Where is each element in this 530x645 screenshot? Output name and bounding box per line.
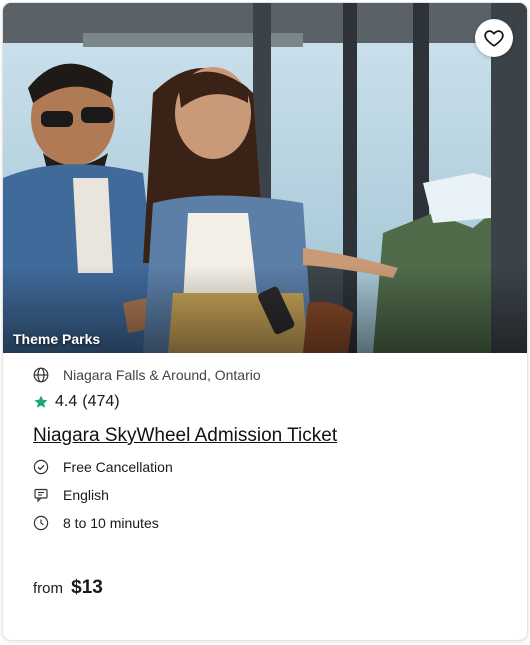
- location-row: Niagara Falls & Around, Ontario: [33, 367, 507, 383]
- feature-label: Free Cancellation: [63, 459, 173, 475]
- heart-outline-icon: [484, 30, 504, 47]
- globe-icon: [33, 367, 49, 383]
- check-circle-icon: [33, 459, 49, 475]
- feature-label: 8 to 10 minutes: [63, 515, 159, 531]
- activity-details: Niagara Falls & Around, Ontario 4.4 (474…: [33, 353, 507, 531]
- feature-duration: 8 to 10 minutes: [33, 515, 507, 531]
- activity-card[interactable]: Theme Parks Niagara Falls & Around, Onta…: [3, 3, 527, 640]
- chat-bubble-icon: [33, 487, 49, 503]
- feature-cancellation: Free Cancellation: [33, 459, 507, 475]
- price-row: from $13: [33, 577, 103, 599]
- clock-icon: [33, 515, 49, 531]
- feature-label: English: [63, 487, 109, 503]
- rating-row: 4.4 (474): [33, 393, 507, 411]
- rating-value: 4.4: [55, 393, 78, 410]
- location-text: Niagara Falls & Around, Ontario: [63, 367, 261, 383]
- activity-photo[interactable]: Theme Parks: [3, 3, 527, 353]
- star-icon: [33, 394, 49, 410]
- price-amount: $13: [71, 577, 103, 598]
- feature-language: English: [33, 487, 507, 503]
- photo-illustration: [3, 3, 527, 353]
- review-count: (474): [82, 393, 120, 410]
- favorite-button[interactable]: [475, 19, 513, 57]
- category-tag: Theme Parks: [13, 331, 101, 347]
- activity-title-link[interactable]: Niagara SkyWheel Admission Ticket: [33, 425, 507, 447]
- price-prefix: from: [33, 580, 63, 597]
